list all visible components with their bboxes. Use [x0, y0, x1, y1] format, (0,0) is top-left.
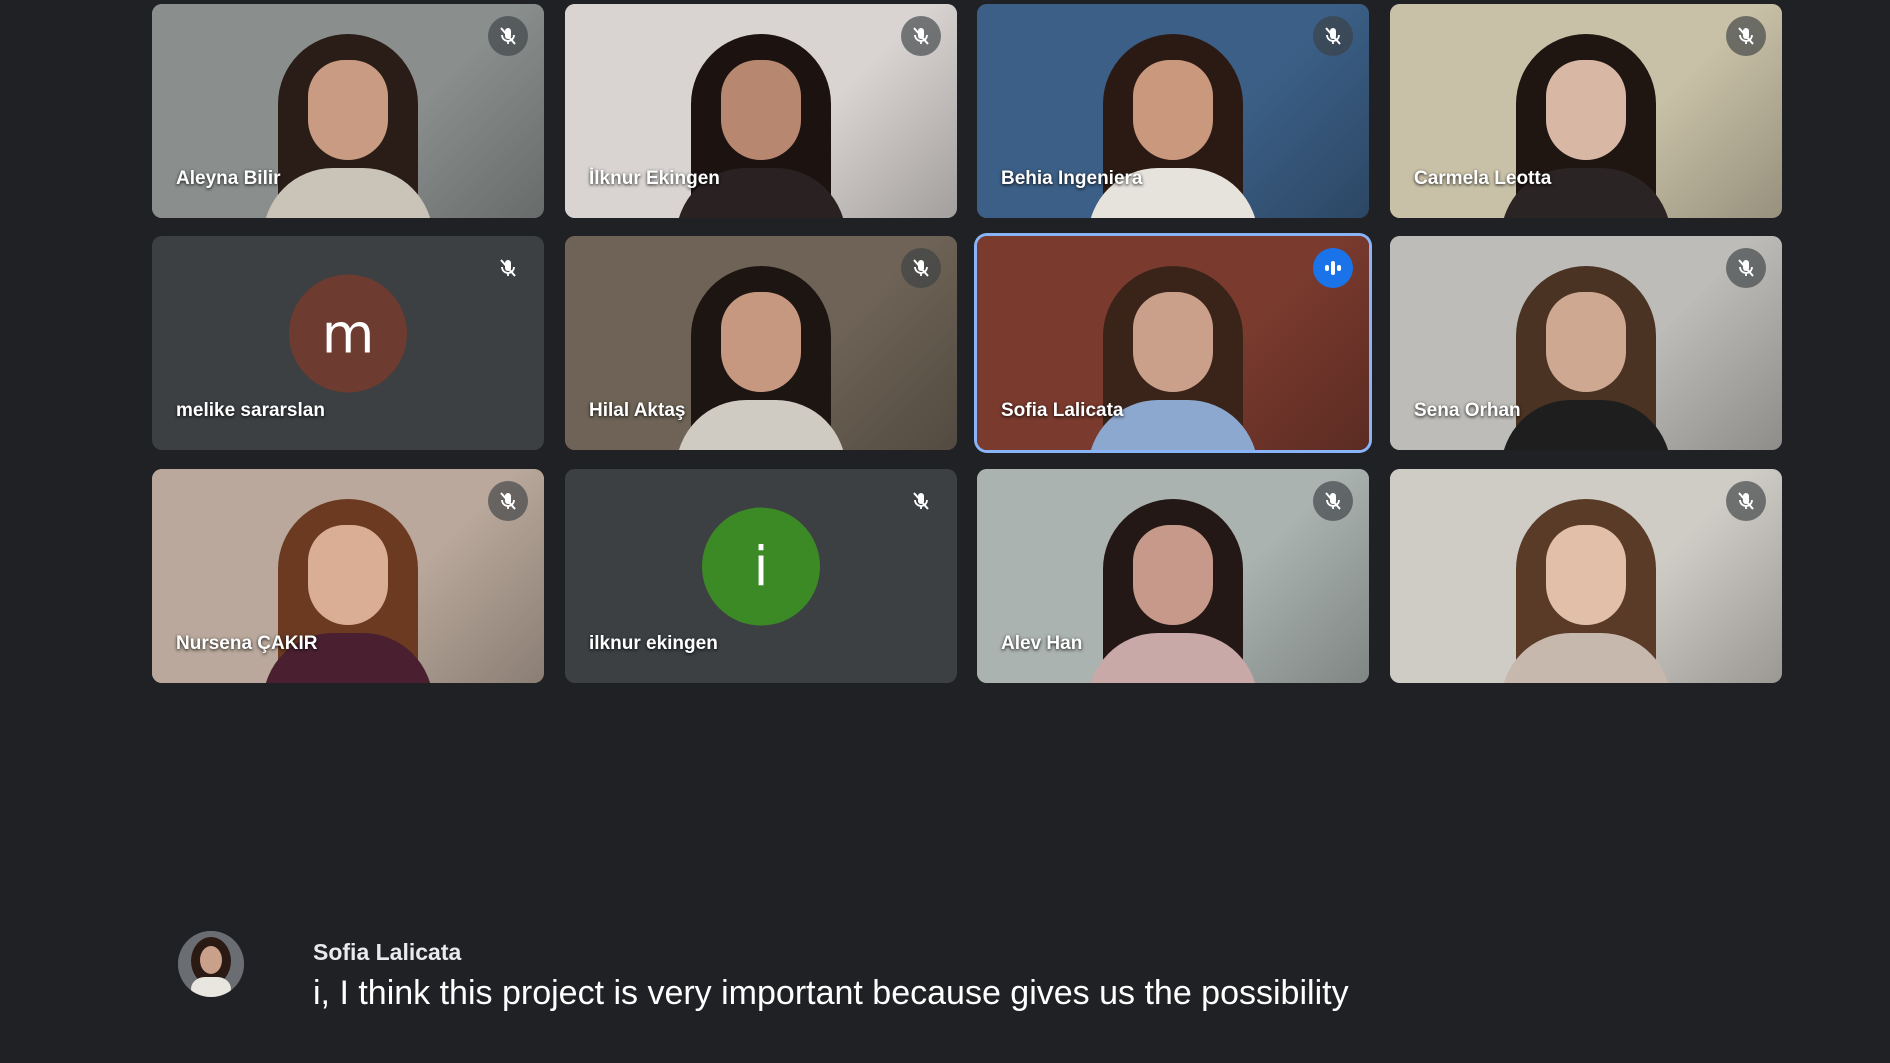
caption-text: i, I think this project is very importan…: [313, 974, 1349, 1012]
participant-tile-aleyna-bilir[interactable]: Aleyna Bilir: [152, 4, 544, 218]
participant-name: melike sararslan: [176, 400, 325, 421]
caption-speaker-avatar: [178, 931, 244, 997]
participant-name: Carmela Leotta: [1414, 168, 1552, 189]
mic-off-icon: [901, 16, 941, 56]
participant-name: Sofia Lalicata: [1001, 400, 1124, 421]
mic-off-icon: [488, 248, 528, 288]
participant-tile-hilal-aktas[interactable]: Hilal Aktaş: [565, 236, 957, 450]
participant-tile-ilknur-ekingen[interactable]: İlknur Ekingen: [565, 4, 957, 218]
participant-tile-unnamed-11[interactable]: [1390, 469, 1782, 683]
mic-off-icon: [1726, 481, 1766, 521]
participant-name: Sena Orhan: [1414, 400, 1521, 421]
person-silhouette: [676, 260, 846, 450]
live-caption: Sofia Lalicata i, I think this project i…: [170, 928, 1670, 1028]
participant-name: ilknur ekingen: [589, 633, 718, 654]
mic-off-icon: [488, 16, 528, 56]
person-silhouette: [1088, 493, 1258, 683]
participant-name: Aleyna Bilir: [176, 168, 281, 189]
participant-tile-nursena-cakir[interactable]: Nursena ÇAKIR: [152, 469, 544, 683]
participant-tile-sofia-lalicata[interactable]: Sofia Lalicata: [977, 236, 1369, 450]
mic-off-icon: [901, 248, 941, 288]
caption-speaker-name: Sofia Lalicata: [313, 939, 462, 965]
participant-name: Behia Ingeniera: [1001, 168, 1143, 189]
person-silhouette: [263, 28, 433, 218]
participant-tile-carmela-leotta[interactable]: Carmela Leotta: [1390, 4, 1782, 218]
mic-off-icon: [1726, 16, 1766, 56]
participant-tile-ilknur-ekingen[interactable]: i ilknur ekingen: [565, 469, 957, 683]
mic-off-icon: [1313, 16, 1353, 56]
mic-off-icon: [488, 481, 528, 521]
person-silhouette: [1501, 493, 1671, 683]
speaking-indicator-icon: [1313, 248, 1353, 288]
meeting-stage: Aleyna Bilir İlknur Ekingen Behia Ingenier…: [0, 0, 1890, 1063]
participant-tile-behia-ingeniera[interactable]: Behia Ingeniera: [977, 4, 1369, 218]
participant-grid: Aleyna Bilir İlknur Ekingen Behia Ingenier…: [0, 0, 1890, 700]
participant-tile-melike-sararslan[interactable]: m melike sararslan: [152, 236, 544, 450]
participant-name: Hilal Aktaş: [589, 400, 686, 421]
person-silhouette: [1501, 260, 1671, 450]
participant-name: Alev Han: [1001, 633, 1083, 654]
participant-video: [1390, 469, 1782, 683]
participant-name: Nursena ÇAKIR: [176, 633, 318, 654]
participant-name: İlknur Ekingen: [589, 168, 720, 189]
speaker-photo-icon: [178, 931, 244, 997]
mic-off-icon: [901, 481, 941, 521]
participant-avatar: m: [289, 274, 407, 393]
mic-off-icon: [1726, 248, 1766, 288]
participant-tile-alev-han[interactable]: Alev Han: [977, 469, 1369, 683]
participant-tile-sena-orhan[interactable]: Sena Orhan: [1390, 236, 1782, 450]
participant-avatar: i: [702, 507, 820, 626]
mic-off-icon: [1313, 481, 1353, 521]
